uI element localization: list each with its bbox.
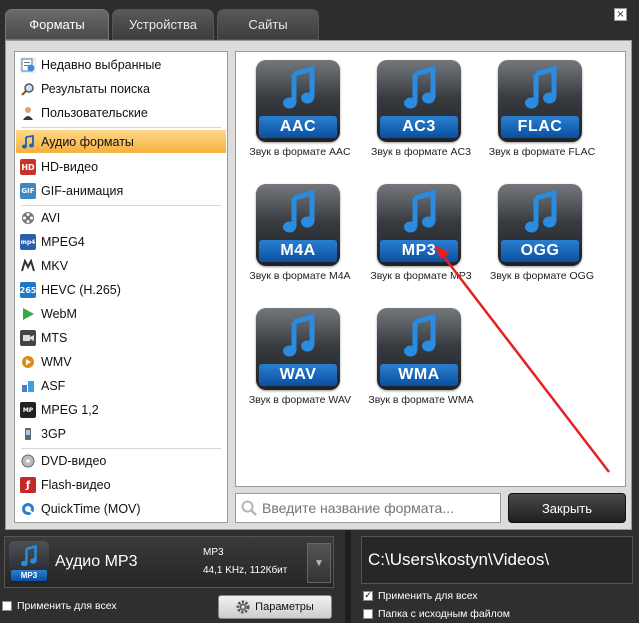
sidebar-item-quicktime[interactable]: QuickTime (MOV): [16, 498, 226, 520]
hevc-icon: 265: [20, 282, 36, 298]
sidebar-item-label: DVD-видео: [41, 454, 107, 468]
format-category-list: Недавно выбранные Результаты поиска Поль…: [14, 51, 228, 523]
output-format-name: Аудио MP3: [55, 553, 138, 570]
sidebar-item-mpeg12[interactable]: MP MPEG 1,2: [16, 399, 226, 421]
user-icon: [20, 105, 36, 121]
parameters-label: Параметры: [255, 601, 314, 613]
sidebar-item-label: Пользовательские: [41, 106, 148, 120]
sidebar-item-label: MPEG 1,2: [41, 403, 99, 417]
sidebar-item-gif[interactable]: GIF GIF-анимация: [16, 180, 226, 202]
webm-play-icon: [20, 306, 36, 322]
divider: [21, 205, 221, 206]
sidebar-item-label: MKV: [41, 259, 69, 273]
checkbox-label: Папка с исходным файлом: [378, 608, 510, 620]
sidebar-item-label: MPEG4: [41, 235, 85, 249]
apply-all-checkbox-left[interactable]: Применить для всех: [2, 600, 117, 612]
close-icon[interactable]: ×: [614, 8, 627, 21]
sidebar-item-label: HEVC (H.265): [41, 283, 121, 297]
checkbox-label: Применить для всех: [17, 600, 117, 612]
sidebar-item-label: MTS: [41, 331, 68, 345]
output-format-quality: 44,1 KHz, 112Кбит: [203, 565, 288, 576]
mpeg4-icon: mp4: [20, 234, 36, 250]
sidebar-item-label: Недавно выбранные: [41, 58, 162, 72]
red-arrow-annotation: [435, 245, 610, 473]
sidebar-item-avi[interactable]: AVI: [16, 207, 226, 229]
sidebar-item-custom[interactable]: Пользовательские: [16, 102, 226, 124]
search-box[interactable]: [235, 493, 501, 523]
flash-icon: ƒ: [20, 477, 36, 493]
chevron-down-icon[interactable]: ▼: [307, 543, 331, 583]
sidebar-item-flash[interactable]: ƒ Flash-видео: [16, 474, 226, 496]
sidebar-item-label: AVI: [41, 211, 61, 225]
tab-formats[interactable]: Форматы: [5, 9, 109, 40]
sidebar-item-asf[interactable]: ASF: [16, 375, 226, 397]
sidebar-item-label: WMV: [41, 355, 72, 369]
gear-icon: [236, 600, 250, 614]
checkbox[interactable]: [363, 609, 373, 619]
dvd-icon: [20, 453, 36, 469]
search-icon: [236, 495, 262, 521]
sidebar-item-audio-formats[interactable]: Аудио форматы: [16, 130, 226, 153]
divider: [21, 127, 221, 128]
sidebar-item-label: HD-видео: [41, 160, 99, 174]
close-button[interactable]: Закрыть: [508, 493, 626, 523]
phone-icon: [20, 426, 36, 442]
sidebar-item-wmv[interactable]: WMV: [16, 351, 226, 373]
format-badge: MP3: [11, 570, 47, 581]
checkbox[interactable]: [2, 601, 12, 611]
output-format-codec: MP3: [203, 547, 224, 558]
sidebar-item-search-results[interactable]: Результаты поиска: [16, 78, 226, 100]
source-folder-checkbox[interactable]: Папка с исходным файлом: [363, 608, 510, 620]
checkbox-checked[interactable]: ✓: [363, 591, 373, 601]
tab-sites[interactable]: Сайты: [217, 9, 319, 40]
quicktime-icon: [20, 501, 36, 517]
sidebar-item-hd-video[interactable]: HD HD-видео: [16, 156, 226, 178]
asf-icon: [20, 378, 36, 394]
sidebar-item-label: Аудио форматы: [41, 134, 134, 149]
search-input[interactable]: [262, 500, 500, 516]
hd-icon: HD: [20, 159, 36, 175]
music-note-icon: [20, 134, 36, 150]
sidebar-item-mts[interactable]: MTS: [16, 327, 226, 349]
recent-icon: [20, 57, 36, 73]
sidebar-item-hevc[interactable]: 265 HEVC (H.265): [16, 279, 226, 301]
search-icon: [20, 81, 36, 97]
parameters-button[interactable]: Параметры: [218, 595, 332, 619]
checkbox-label: Применить для всех: [378, 590, 478, 602]
sidebar-item-label: WebM: [41, 307, 77, 321]
sidebar-item-mpeg4[interactable]: mp4 MPEG4: [16, 231, 226, 253]
sidebar-item-label: 3GP: [41, 427, 67, 441]
gif-icon: GIF: [20, 183, 36, 199]
tab-devices[interactable]: Устройства: [112, 9, 214, 40]
output-path-field[interactable]: C:\Users\kostyn\Videos\: [361, 536, 633, 584]
sidebar-item-label: GIF-анимация: [41, 184, 124, 198]
film-reel-icon: [20, 210, 36, 226]
mkv-icon: [20, 258, 36, 274]
sidebar-item-webm[interactable]: WebM: [16, 303, 226, 325]
sidebar-item-mkv[interactable]: MKV: [16, 255, 226, 277]
sidebar-item-label: Flash-видео: [41, 478, 111, 492]
sidebar-item-3gp[interactable]: 3GP: [16, 423, 226, 445]
formats-panel: Недавно выбранные Результаты поиска Поль…: [5, 40, 632, 530]
sidebar-item-dvd[interactable]: DVD-видео: [16, 450, 226, 472]
wmv-icon: [20, 354, 36, 370]
output-format-selector[interactable]: MP3 Аудио MP3 MP3 44,1 KHz, 112Кбит ▼: [4, 536, 334, 588]
divider: [21, 448, 221, 449]
tab-bar: Форматы Устройства Сайты ×: [0, 0, 639, 40]
music-note-icon: MP3: [9, 541, 49, 583]
sidebar-item-recent[interactable]: Недавно выбранные: [16, 54, 226, 76]
sidebar-item-label: QuickTime (MOV): [41, 502, 141, 516]
output-folder-panel: C:\Users\kostyn\Videos\ ✓ Применить для …: [351, 530, 639, 623]
mpeg12-icon: MP: [20, 402, 36, 418]
output-format-panel: MP3 Аудио MP3 MP3 44,1 KHz, 112Кбит ▼ Пр…: [0, 530, 345, 623]
format-grid: AAC Звук в формате AAC AC3 Звук в формат…: [235, 51, 626, 487]
sidebar-item-label: Результаты поиска: [41, 82, 150, 96]
mts-icon: [20, 330, 36, 346]
sidebar-item-label: ASF: [41, 379, 66, 393]
apply-all-checkbox-right[interactable]: ✓ Применить для всех: [363, 590, 478, 602]
